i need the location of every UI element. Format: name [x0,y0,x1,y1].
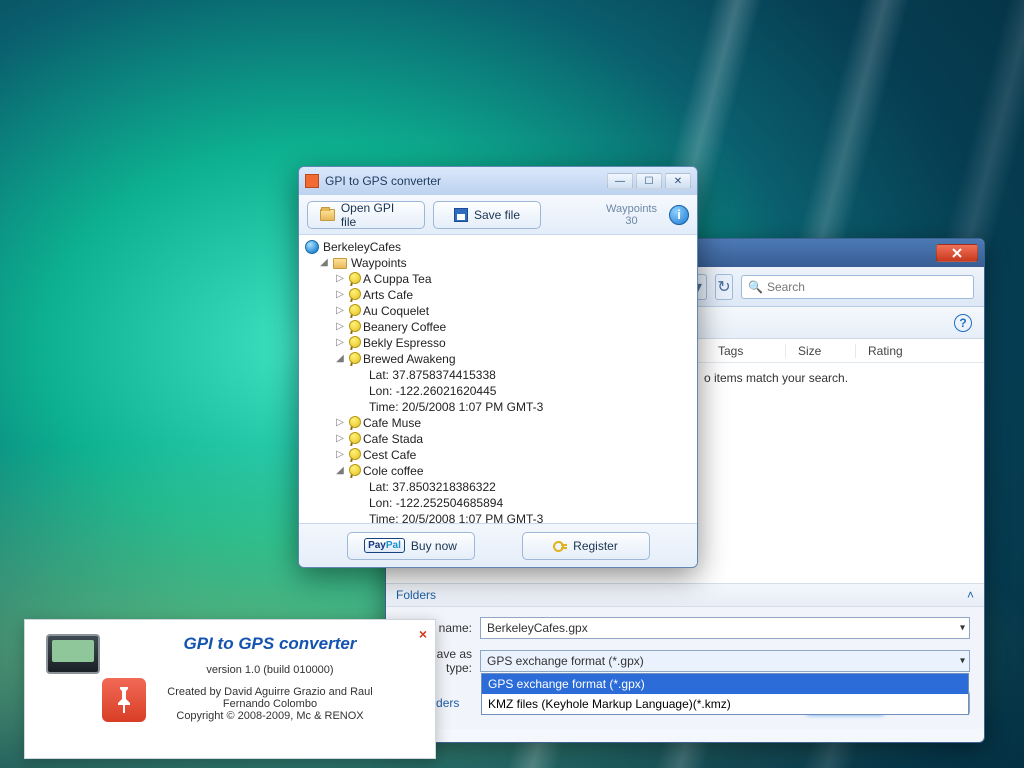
savetype-dropdown: GPS exchange format (*.gpx) KMZ files (K… [481,673,969,715]
chevron-down-icon[interactable]: ▾ [960,623,965,634]
globe-icon [305,240,319,254]
folder-icon [333,258,347,269]
pin-icon [349,288,359,302]
expand-icon[interactable]: ▷ [335,431,345,447]
tree-item[interactable]: Cafe Muse [363,415,421,431]
gpi-toolbar: Open GPI file Save file Waypoints 30 i [299,195,697,235]
buy-now-button[interactable]: PayPal Buy now [347,532,475,560]
about-copyright: Copyright © 2008-2009, Mc & RENOX [121,710,419,722]
option-kmz[interactable]: KMZ files (Keyhole Markup Language)(*.km… [482,694,968,714]
gpi-main-window: GPI to GPS converter — ☐ ✕ Open GPI file… [298,166,698,568]
pin-icon [349,464,359,478]
tree-item[interactable]: Cole coffee [363,463,424,479]
about-icon-area [25,620,121,758]
saveas-bottom: File name: BerkeleyCafes.gpx ▾ Save as t… [386,607,984,729]
pin-icon [349,432,359,446]
expand-icon[interactable]: ▷ [335,287,345,303]
expand-icon[interactable]: ▷ [335,303,345,319]
tree-item[interactable]: A Cuppa Tea [363,271,432,287]
chevron-down-icon[interactable]: ▾ [960,656,965,667]
tree-detail: Lat: 37.8503218386322 [369,479,496,495]
expand-icon[interactable]: ▷ [335,335,345,351]
register-button[interactable]: Register [522,532,650,560]
pin-icon [349,336,359,350]
paypal-icon: PayPal [364,538,405,553]
info-button[interactable]: i [669,205,689,225]
tree-item[interactable]: Au Coquelet [363,303,429,319]
chevron-up-icon: ˄ [967,588,974,602]
tree-item[interactable]: Bekly Espresso [363,335,446,351]
tree-item[interactable]: Cest Cafe [363,447,416,463]
about-title: GPI to GPS converter [121,634,419,654]
about-credit: Fernando Colombo [121,698,419,710]
tree-item[interactable]: Arts Cafe [363,287,413,303]
device-icon [46,634,100,674]
pin-icon [349,320,359,334]
folders-bar[interactable]: Folders ˄ [386,583,984,607]
maximize-button[interactable]: ☐ [636,173,662,189]
waypoints-folder[interactable]: Waypoints [351,255,407,271]
tree-detail: Lon: -122.26021620445 [369,383,496,399]
filename-input[interactable]: BerkeleyCafes.gpx ▾ [480,617,970,639]
savetype-select[interactable]: GPS exchange format (*.gpx) ▾ GPS exchan… [480,650,970,672]
collapse-icon[interactable]: ◢ [335,463,345,479]
app-icon [305,174,319,188]
pin-icon [349,304,359,318]
minimize-button[interactable]: — [607,173,633,189]
about-dialog: × GPI to GPS converter version 1.0 (buil… [24,619,436,759]
about-version: version 1.0 (build 010000) [121,664,419,676]
save-file-button[interactable]: Save file [433,201,541,229]
col-tags[interactable]: Tags [706,344,786,358]
folders-label: Folders [396,588,436,602]
tree-item[interactable]: Brewed Awakeng [363,351,456,367]
window-title: GPI to GPS converter [325,174,601,188]
pin-icon [349,416,359,430]
option-gpx[interactable]: GPS exchange format (*.gpx) [482,674,968,694]
refresh-button[interactable]: ↻ [715,274,733,300]
col-rating[interactable]: Rating [856,344,936,358]
open-gpi-button[interactable]: Open GPI file [307,201,425,229]
search-input[interactable]: 🔍 Search [741,275,974,299]
expand-icon[interactable]: ▷ [335,319,345,335]
tree-detail: Lat: 37.8758374415338 [369,367,496,383]
save-icon [454,208,468,222]
pin-icon [349,352,359,366]
expand-icon[interactable]: ▷ [335,271,345,287]
about-close-button[interactable]: × [419,626,427,642]
about-credit: Created by David Aguirre Grazio and Raul [121,686,419,698]
col-size[interactable]: Size [786,344,856,358]
help-icon[interactable]: ? [954,314,972,332]
gpi-footer: PayPal Buy now Register [299,523,697,567]
tree-detail: Time: 20/5/2008 1:07 PM GMT-3 [369,399,543,415]
expand-icon[interactable]: ▷ [335,415,345,431]
tree-detail: Lon: -122.252504685894 [369,495,503,511]
waypoints-counter: Waypoints 30 [606,203,661,227]
tree-detail: Time: 20/5/2008 1:07 PM GMT-3 [369,511,543,523]
gpi-titlebar[interactable]: GPI to GPS converter — ☐ ✕ [299,167,697,195]
key-icon [553,539,567,553]
pin-icon [349,272,359,286]
collapse-icon[interactable]: ◢ [319,255,329,271]
tree-item[interactable]: Beanery Coffee [363,319,446,335]
expand-icon[interactable]: ▷ [335,447,345,463]
collapse-icon[interactable]: ◢ [335,351,345,367]
tree-item[interactable]: Cafe Stada [363,431,423,447]
waypoint-tree[interactable]: BerkeleyCafes ◢ Waypoints ▷ A Cuppa Tea ▷ A… [299,235,697,523]
folder-open-icon [320,209,335,221]
pin-icon [349,448,359,462]
close-button[interactable] [936,244,978,262]
tree-root[interactable]: BerkeleyCafes [323,239,401,255]
close-button[interactable]: ✕ [665,173,691,189]
search-placeholder: Search [767,280,805,294]
